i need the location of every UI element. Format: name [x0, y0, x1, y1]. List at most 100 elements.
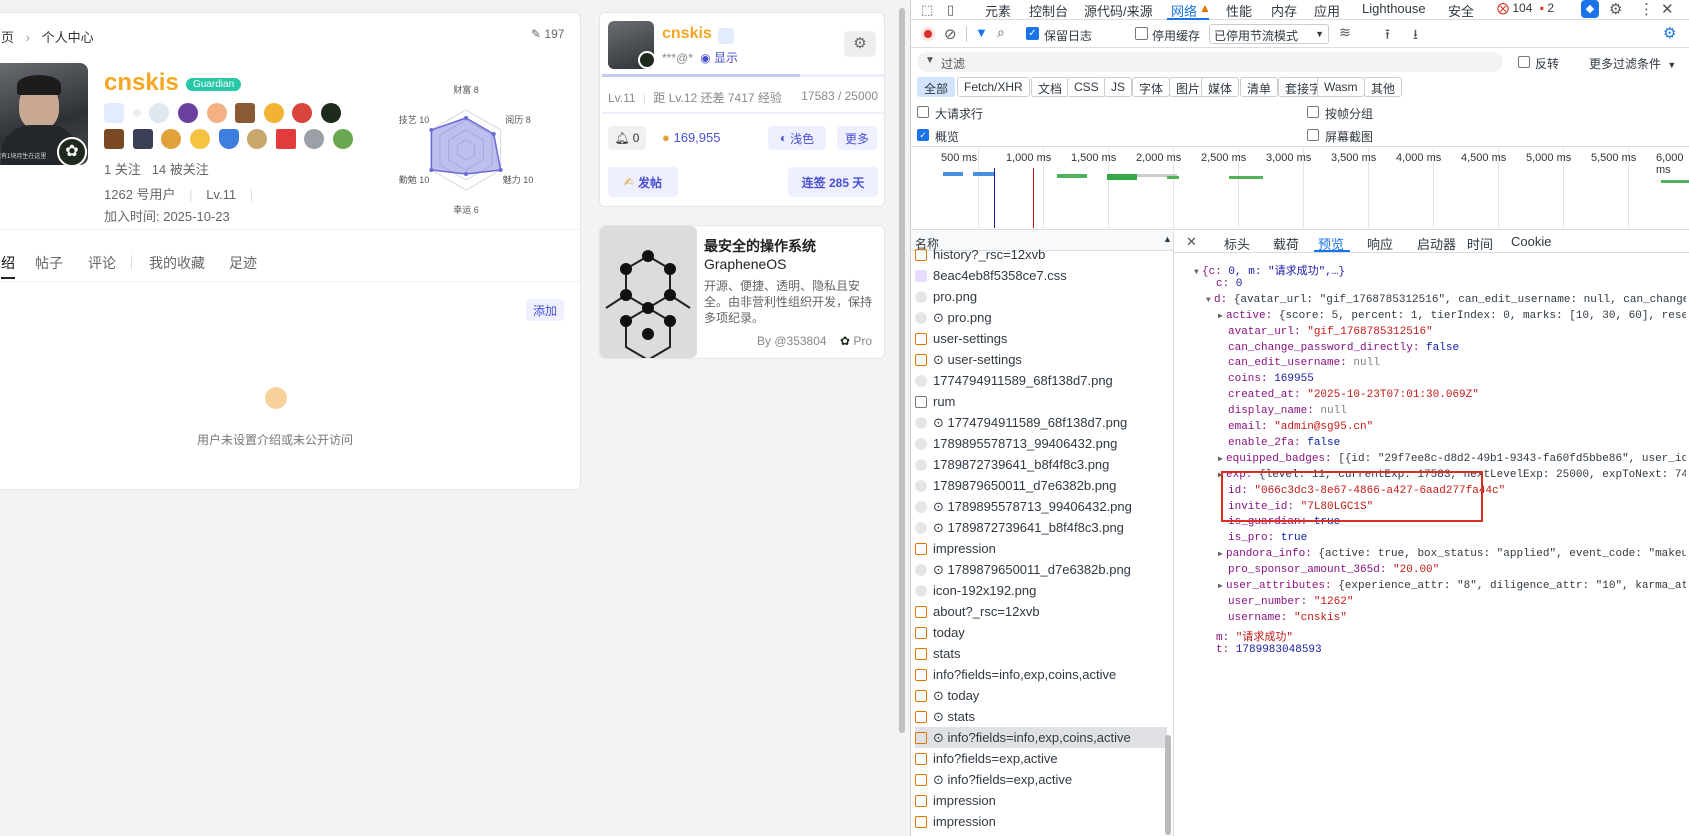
settings-icon[interactable]: ⚙ — [1609, 0, 1622, 18]
detail-tab[interactable]: 时间 — [1467, 234, 1493, 253]
request-list-scrollbar-thumb[interactable] — [1165, 735, 1171, 835]
request-row[interactable]: impression — [915, 811, 1167, 832]
request-row[interactable]: ⊙ 1774794911589_68f138d7.png — [915, 412, 1167, 433]
throttle-select[interactable]: 已停用节流模式 ▼ — [1209, 24, 1329, 44]
request-row[interactable]: ⊙ 1789872739641_b8f4f8c3.png — [915, 517, 1167, 538]
type-filter-0[interactable]: 全部 — [917, 77, 956, 97]
checkin-button[interactable]: 连签 285 天 — [788, 167, 878, 197]
settings-gear-icon[interactable]: ⚙ — [844, 31, 876, 57]
inspect-icon[interactable]: ⬚ — [921, 2, 933, 18]
request-row[interactable]: ⊙ info?fields=exp,active — [915, 769, 1167, 790]
network-settings-icon[interactable]: ⚙ — [1663, 24, 1676, 42]
close-detail-icon[interactable]: ✕ — [1186, 234, 1197, 250]
disable-cache-checkbox[interactable] — [1135, 27, 1148, 40]
tab-favorites[interactable]: 我的收藏 — [149, 253, 205, 273]
detail-tab[interactable]: Cookie — [1511, 234, 1551, 249]
error-count[interactable]: ⨂ 104 ▪ 2 — [1497, 1, 1554, 15]
page-scrollbar-thumb[interactable] — [899, 8, 905, 733]
screenshots-checkbox[interactable] — [1307, 129, 1319, 141]
request-row[interactable]: ⊙ pro.png — [915, 307, 1167, 328]
breadcrumb-home[interactable]: 页 — [1, 30, 14, 45]
search-icon[interactable]: ⌕ — [997, 24, 1005, 41]
export-har-icon[interactable]: ⭳ — [1413, 24, 1418, 48]
request-row[interactable]: ⊙ stats — [915, 706, 1167, 727]
devtools-tab[interactable]: 元素 — [985, 1, 1011, 20]
devtools-tab[interactable]: 控制台 — [1029, 1, 1068, 20]
detail-tab[interactable]: 响应 — [1367, 234, 1393, 253]
detail-tab[interactable]: 标头 — [1224, 234, 1250, 253]
device-toolbar-icon[interactable]: ▯ — [947, 2, 954, 18]
request-row[interactable]: ⊙ user-settings — [915, 349, 1167, 370]
type-filter-11[interactable]: 其他 — [1364, 77, 1403, 97]
detail-tab[interactable]: 启动器 — [1417, 234, 1456, 253]
invert-checkbox[interactable] — [1518, 56, 1530, 68]
json-line[interactable]: ▶ user_attributes: {experience_attr: "8",… — [1218, 580, 1686, 592]
json-line[interactable]: ▼ d: {avatar_url: "gif_1768785312516", ca… — [1206, 294, 1686, 306]
request-row[interactable]: pro.png — [915, 286, 1167, 307]
json-line[interactable]: ▶ active: {score: 5, percent: 1, tierInde… — [1218, 310, 1686, 322]
request-row[interactable]: rum — [915, 391, 1167, 412]
request-row[interactable]: today — [915, 622, 1167, 643]
request-row[interactable]: history?_rsc=12xvb — [915, 244, 1167, 265]
extension-icon[interactable]: ◆ — [1581, 0, 1599, 18]
tab-comments[interactable]: 评论 — [88, 253, 116, 273]
followers-count[interactable]: 14 被关注 — [152, 162, 209, 177]
devtools-tab[interactable]: Lighthouse — [1362, 1, 1426, 16]
close-devtools-icon[interactable]: ✕ — [1661, 0, 1674, 18]
coins[interactable]: ● 169,955 — [662, 130, 720, 145]
theme-toggle-button[interactable]: ◐ 浅色 — [768, 126, 826, 150]
request-row[interactable]: ⊙ 1789895578713_99406432.png — [915, 496, 1167, 517]
request-row[interactable]: 1789872739641_b8f4f8c3.png — [915, 454, 1167, 475]
type-filter-4[interactable]: JS — [1104, 77, 1133, 97]
request-row[interactable]: info?fields=exp,active — [915, 748, 1167, 769]
new-post-button[interactable]: ✍ 发帖 — [608, 167, 678, 197]
request-row[interactable]: 1774794911589_68f138d7.png — [915, 370, 1167, 391]
detail-tab[interactable]: 载荷 — [1273, 234, 1299, 253]
type-filter-5[interactable]: 字体 — [1132, 77, 1171, 97]
tab-footprints[interactable]: 足迹 — [229, 253, 257, 273]
request-row[interactable]: stats — [915, 643, 1167, 664]
like-counter[interactable]: ✎ 197 — [531, 27, 564, 41]
json-line[interactable]: ▼ {c: 0, m: "请求成功",…} — [1194, 262, 1686, 278]
request-row[interactable]: info?fields=info,exp,coins,active — [915, 664, 1167, 685]
side-username[interactable]: cnskis — [662, 25, 712, 43]
filter-box[interactable]: ▼ 过滤 — [917, 52, 1503, 72]
big-rows-checkbox[interactable] — [917, 106, 929, 118]
following-count[interactable]: 1 关注 — [104, 162, 141, 177]
clear-icon[interactable]: ⊘ — [944, 25, 957, 43]
type-filter-3[interactable]: CSS — [1067, 77, 1106, 97]
json-line[interactable]: ▶ pandora_info: {active: true, box_status… — [1218, 548, 1686, 560]
group-by-frame-checkbox[interactable] — [1307, 106, 1319, 118]
request-row[interactable]: ⊙ today — [915, 685, 1167, 706]
preserve-log-checkbox[interactable]: ✓ — [1026, 27, 1039, 40]
request-row[interactable]: icon-192x192.png — [915, 580, 1167, 601]
request-row[interactable]: 8eac4eb8f5358ce7.css — [915, 265, 1167, 286]
network-conditions-icon[interactable]: ≋ — [1339, 24, 1351, 41]
request-row[interactable]: about?_rsc=12xvb — [915, 601, 1167, 622]
devtools-tab[interactable]: 性能 — [1226, 1, 1252, 20]
overview-checkbox[interactable]: ✓ — [917, 129, 929, 141]
json-line[interactable]: ▶ equipped_badges: [{id: "29f7ee8c-d8d2-4… — [1218, 453, 1686, 465]
ad-card[interactable]: 最安全的操作系统 GrapheneOS 开源、便捷、透明、隐私且安全。由非营利性… — [599, 225, 885, 359]
type-filter-10[interactable]: Wasm — [1317, 77, 1365, 97]
type-filter-1[interactable]: Fetch/XHR — [957, 77, 1030, 97]
request-row[interactable]: 1789895578713_99406432.png — [915, 433, 1167, 454]
record-icon[interactable] — [921, 27, 935, 41]
devtools-tab[interactable]: 安全 — [1448, 1, 1474, 20]
type-filter-8[interactable]: 清单 — [1240, 77, 1279, 97]
devtools-tab[interactable]: 源代码/来源 — [1084, 1, 1153, 20]
tab-posts[interactable]: 帖子 — [35, 253, 63, 273]
add-intro-button[interactable]: 添加 — [526, 299, 564, 321]
devtools-tab[interactable]: 内存 — [1271, 1, 1297, 20]
request-row[interactable]: impression — [915, 538, 1167, 559]
show-email-link[interactable]: 显示 — [714, 51, 738, 65]
request-row[interactable]: 1789879650011_d7e6382b.png — [915, 475, 1167, 496]
import-har-icon[interactable]: ⭱ — [1385, 24, 1390, 48]
request-row[interactable]: ⊙ info?fields=info,exp,coins,active — [915, 727, 1167, 748]
kebab-menu-icon[interactable]: ⋮ — [1639, 0, 1654, 18]
more-button[interactable]: 更多 — [837, 126, 877, 150]
request-row[interactable]: ⊙ 1789879650011_d7e6382b.png — [915, 559, 1167, 580]
type-filter-7[interactable]: 媒体 — [1201, 77, 1240, 97]
devtools-tab[interactable]: 应用 — [1314, 1, 1340, 20]
tab-intro[interactable]: 绍 — [1, 253, 15, 273]
